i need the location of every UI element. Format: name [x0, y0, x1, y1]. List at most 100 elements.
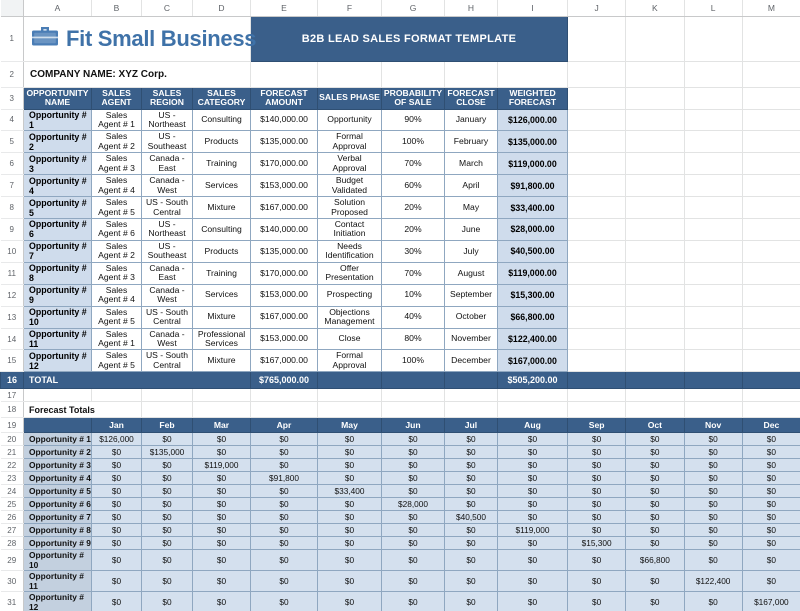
- cell-category[interactable]: Services: [192, 174, 251, 198]
- forecast-value-cell[interactable]: $0: [250, 549, 318, 572]
- forecast-row-name[interactable]: Opportunity # 7: [23, 510, 92, 525]
- empty-cell[interactable]: [625, 174, 685, 198]
- cell-amount[interactable]: $170,000.00: [250, 152, 318, 176]
- forecast-value-cell[interactable]: $0: [683, 523, 743, 538]
- forecast-month-header-Dec[interactable]: Dec: [741, 417, 800, 434]
- empty-cell[interactable]: [625, 284, 685, 307]
- cell-name[interactable]: Opportunity # 5: [23, 196, 92, 220]
- empty-cell[interactable]: [684, 328, 743, 351]
- forecast-value-cell[interactable]: $0: [250, 432, 318, 447]
- forecast-value-cell[interactable]: $0: [625, 570, 685, 593]
- cell-weighted[interactable]: $28,000.00: [497, 218, 568, 241]
- empty-cell[interactable]: [444, 388, 498, 403]
- cell-phase[interactable]: Prospecting: [317, 283, 382, 307]
- forecast-value-cell[interactable]: $0: [250, 591, 318, 611]
- column-header-I[interactable]: I: [497, 0, 568, 17]
- cell-phase[interactable]: Solution Proposed: [317, 196, 382, 220]
- column-header-F[interactable]: F: [317, 0, 382, 17]
- empty-cell[interactable]: [684, 306, 743, 329]
- column-header-H[interactable]: H: [444, 0, 498, 17]
- empty-cell[interactable]: [625, 262, 685, 285]
- forecast-value-cell[interactable]: $0: [250, 510, 318, 525]
- row-header-17[interactable]: 17: [0, 388, 24, 403]
- forecast-value-cell[interactable]: $0: [625, 510, 685, 525]
- empty-cell[interactable]: [497, 388, 568, 403]
- cell-category[interactable]: Professional Services: [192, 327, 251, 351]
- empty-cell[interactable]: [684, 87, 743, 110]
- row-header-6[interactable]: 6: [0, 152, 24, 176]
- cell-amount[interactable]: $140,000.00: [250, 218, 318, 241]
- select-all-corner[interactable]: [0, 0, 24, 17]
- empty-cell[interactable]: [567, 196, 627, 220]
- forecast-value-cell[interactable]: $0: [683, 591, 743, 611]
- cell-weighted[interactable]: $119,000.00: [497, 261, 568, 285]
- cell-region[interactable]: US - South Central: [141, 196, 193, 220]
- cell-close[interactable]: June: [444, 218, 498, 241]
- row-header-15[interactable]: 15: [0, 349, 24, 373]
- forecast-value-cell[interactable]: $0: [381, 510, 445, 525]
- main-header-4[interactable]: FORECAST AMOUNT: [250, 86, 318, 110]
- forecast-value-cell[interactable]: $0: [192, 523, 251, 538]
- main-header-8[interactable]: WEIGHTED FORECAST: [497, 86, 568, 110]
- empty-cell[interactable]: [625, 349, 685, 373]
- forecast-value-cell[interactable]: $0: [91, 591, 142, 611]
- cell-close[interactable]: September: [444, 283, 498, 307]
- forecast-value-cell[interactable]: $0: [250, 497, 318, 512]
- cell-weighted[interactable]: $135,000.00: [497, 130, 568, 154]
- empty-cell[interactable]: [250, 388, 318, 403]
- cell-probability[interactable]: 70%: [381, 152, 445, 176]
- main-header-6[interactable]: PROBABILITY OF SALE: [381, 86, 445, 110]
- forecast-value-cell[interactable]: $0: [741, 432, 800, 447]
- empty-cell[interactable]: [567, 152, 627, 176]
- forecast-row-name[interactable]: Opportunity # 1: [23, 432, 92, 447]
- forecast-value-cell[interactable]: $122,400: [683, 570, 743, 593]
- row-header-14[interactable]: 14: [0, 328, 24, 351]
- empty-cell[interactable]: [684, 196, 743, 220]
- forecast-value-cell[interactable]: $0: [192, 591, 251, 611]
- column-header-G[interactable]: G: [381, 0, 445, 17]
- forecast-value-cell[interactable]: $0: [250, 523, 318, 538]
- forecast-value-cell[interactable]: $167,000: [741, 591, 800, 611]
- empty-cell[interactable]: [567, 388, 627, 403]
- forecast-value-cell[interactable]: $66,800: [625, 549, 685, 572]
- cell-amount[interactable]: $135,000.00: [250, 130, 318, 154]
- cell-agent[interactable]: Sales Agent # 5: [91, 349, 142, 373]
- cell-close[interactable]: October: [444, 305, 498, 329]
- empty-cell[interactable]: [741, 371, 800, 390]
- cell-agent[interactable]: Sales Agent # 6: [91, 218, 142, 241]
- forecast-value-cell[interactable]: $0: [625, 523, 685, 538]
- forecast-value-cell[interactable]: $0: [683, 497, 743, 512]
- cell-agent[interactable]: Sales Agent # 1: [91, 108, 142, 132]
- cell-region[interactable]: US - South Central: [141, 305, 193, 329]
- forecast-value-cell[interactable]: $0: [566, 497, 627, 512]
- empty-cell[interactable]: [444, 61, 498, 88]
- cell-weighted[interactable]: $33,400.00: [497, 196, 568, 220]
- empty-cell[interactable]: [625, 196, 685, 220]
- empty-cell[interactable]: [742, 306, 800, 329]
- empty-cell[interactable]: [91, 388, 142, 403]
- cell-amount[interactable]: $167,000.00: [250, 305, 318, 329]
- forecast-value-cell[interactable]: $0: [497, 510, 568, 525]
- cell-probability[interactable]: 40%: [381, 305, 445, 329]
- cell-agent[interactable]: Sales Agent # 2: [91, 130, 142, 154]
- forecast-value-cell[interactable]: $0: [192, 471, 251, 486]
- cell-amount[interactable]: $167,000.00: [250, 349, 318, 373]
- forecast-value-cell[interactable]: $0: [317, 523, 382, 538]
- forecast-value-cell[interactable]: $0: [683, 458, 743, 473]
- forecast-value-cell[interactable]: $0: [141, 497, 193, 512]
- forecast-value-cell[interactable]: $0: [91, 458, 142, 473]
- forecast-row-name[interactable]: Opportunity # 9: [23, 536, 92, 551]
- main-header-1[interactable]: SALES AGENT: [91, 86, 142, 110]
- cell-category[interactable]: Mixture: [192, 196, 251, 220]
- empty-cell[interactable]: [625, 16, 685, 62]
- cell-amount[interactable]: $153,000.00: [250, 283, 318, 307]
- row-header-29[interactable]: 29: [0, 549, 24, 572]
- forecast-value-cell[interactable]: $0: [192, 484, 251, 499]
- cell-name[interactable]: Opportunity # 1: [23, 108, 92, 132]
- row-header-24[interactable]: 24: [0, 484, 24, 499]
- forecast-value-cell[interactable]: $0: [192, 549, 251, 572]
- forecast-value-cell[interactable]: $0: [625, 458, 685, 473]
- cell-category[interactable]: Products: [192, 130, 251, 154]
- cell-region[interactable]: US - Southeast: [141, 130, 193, 154]
- cell-phase[interactable]: Budget Validated: [317, 174, 382, 198]
